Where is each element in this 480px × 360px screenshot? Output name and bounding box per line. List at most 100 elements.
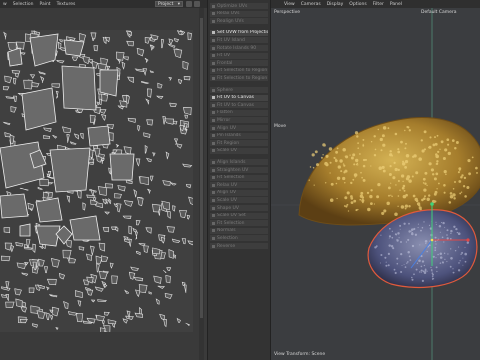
lock-icon[interactable] (186, 1, 192, 7)
command-item[interactable]: Rotate Islands 90 (210, 45, 268, 51)
command-item[interactable]: Scale UV (210, 147, 268, 154)
command-label: Relax UV (217, 182, 238, 188)
command-item[interactable]: Fit UV Island (210, 37, 268, 44)
command-item[interactable]: Relax UVs (210, 10, 268, 17)
command-label: Fit UV Island (217, 37, 245, 43)
command-item[interactable]: Fit Selection (210, 220, 268, 227)
viewport-menu-item[interactable]: Cameras (301, 2, 321, 7)
command-icon (212, 118, 215, 122)
uv-editor-panel: w Selection Paint Textures Project ▾ (0, 0, 207, 360)
command-item[interactable]: Relax UV (210, 182, 268, 189)
command-label: Fit Selection (217, 220, 245, 226)
command-icon (212, 126, 215, 130)
command-label: Scale UV Set (217, 213, 246, 219)
command-icon (212, 206, 215, 210)
command-icon (212, 19, 215, 23)
command-icon (212, 183, 215, 187)
command-item[interactable]: Fit Selection (210, 174, 268, 181)
command-label: Align UV (217, 190, 237, 196)
command-item[interactable]: Normals (210, 227, 268, 234)
command-item[interactable]: Realign UVs (210, 18, 268, 25)
uv-scrollbar[interactable] (199, 8, 204, 360)
uv-menu-item[interactable]: Paint (39, 2, 50, 7)
command-icon (212, 76, 215, 80)
viewport-menu-item[interactable]: Display (327, 2, 344, 7)
project-select-value: Project (158, 1, 174, 7)
command-label: Set UVW from Projection (217, 30, 268, 36)
command-icon (212, 69, 215, 73)
command-item[interactable]: Straighten UV (210, 167, 268, 173)
command-label: Align UV (217, 125, 237, 131)
command-label: Relax UVs (217, 11, 240, 17)
command-label: Scale UV (217, 148, 237, 154)
command-label: Realign UVs (217, 18, 244, 24)
command-icon (212, 54, 215, 58)
command-item[interactable]: Align Islands (210, 159, 268, 166)
command-item[interactable]: Scale UV (210, 197, 268, 204)
command-item[interactable]: Align UV (210, 125, 268, 131)
grid-icon[interactable] (194, 1, 200, 7)
command-item[interactable]: Selection (210, 235, 268, 242)
command-item[interactable]: Flatten (210, 109, 268, 116)
command-icon (212, 88, 215, 92)
command-icon (212, 103, 215, 107)
command-item[interactable]: Scale UV Set (210, 212, 268, 219)
command-item[interactable]: Fit Selection to Region (210, 67, 268, 74)
command-label: Fit Region (217, 140, 240, 146)
command-icon (212, 4, 215, 8)
project-select[interactable]: Project ▾ (155, 1, 183, 7)
command-label: Normals (217, 228, 236, 234)
uv-menu-item[interactable]: Textures (57, 2, 76, 7)
viewport-menu-item[interactable]: Filter (373, 2, 384, 7)
command-item[interactable]: Fit UV to Canvas (210, 102, 268, 109)
command-item[interactable]: Fit UV (210, 52, 268, 59)
command-label: Flatten (217, 110, 233, 116)
viewport-menu-item[interactable]: Panel (390, 2, 402, 7)
command-icon (212, 160, 215, 164)
viewport-menubar: View Cameras Display Options Filter Pane… (271, 0, 480, 8)
command-icon (212, 61, 215, 65)
command-icon (212, 111, 215, 115)
uv-islands-canvas[interactable] (0, 30, 193, 332)
command-item[interactable]: Align UV (210, 189, 268, 196)
command-icon (212, 141, 215, 145)
command-item[interactable]: Sphere (210, 87, 268, 93)
command-item[interactable]: Set UVW from Projection (210, 29, 268, 36)
command-label: Optimize UVs (217, 3, 248, 9)
view-name[interactable]: Perspective (274, 10, 300, 15)
command-item[interactable]: Frontal (210, 60, 268, 67)
command-item[interactable]: Fit UV to Canvas (210, 94, 268, 101)
command-icon (212, 168, 215, 172)
command-item[interactable]: Shape UV (210, 205, 268, 211)
command-label: Fit UV (217, 53, 231, 59)
command-label: Fit Selection to Region (217, 75, 268, 81)
command-item[interactable]: Mirror (210, 117, 268, 124)
viewport-scene[interactable] (271, 8, 480, 360)
command-icon (212, 96, 215, 100)
command-icon (212, 244, 215, 248)
viewport-menu-item[interactable]: Options (349, 2, 366, 7)
command-label: Sphere (217, 87, 233, 93)
command-label: Fit Selection to Region (217, 68, 268, 74)
command-item[interactable]: Optimize UVs (210, 3, 268, 9)
uv-commands-panel: Optimize UVs Relax UVs Realign UVs Set UVW … (207, 0, 271, 360)
command-item[interactable]: Reverse (210, 243, 268, 249)
chevron-down-icon: ▾ (177, 1, 180, 7)
uv-menu-item[interactable]: w (3, 2, 7, 7)
command-label: Rotate Islands 90 (217, 45, 257, 51)
command-icon (212, 31, 215, 35)
camera-name[interactable]: Default Camera (421, 10, 457, 15)
3d-viewport[interactable]: View Cameras Display Options Filter Pane… (271, 0, 480, 360)
command-item[interactable]: Pin Islands (210, 132, 268, 139)
viewport-menu-item[interactable]: View (284, 2, 295, 7)
uv-menu-item[interactable]: Selection (13, 2, 34, 7)
command-label: Pin Islands (217, 133, 241, 139)
command-icon (212, 38, 215, 42)
command-item[interactable]: Fit Selection to Region (210, 75, 268, 82)
move-tool-label: Move (274, 124, 287, 129)
command-icon (212, 12, 215, 16)
command-icon (212, 236, 215, 240)
command-item[interactable]: Fit Region (210, 140, 268, 147)
command-icon (212, 191, 215, 195)
view-transform-label: View Transform: Scene (274, 352, 326, 357)
